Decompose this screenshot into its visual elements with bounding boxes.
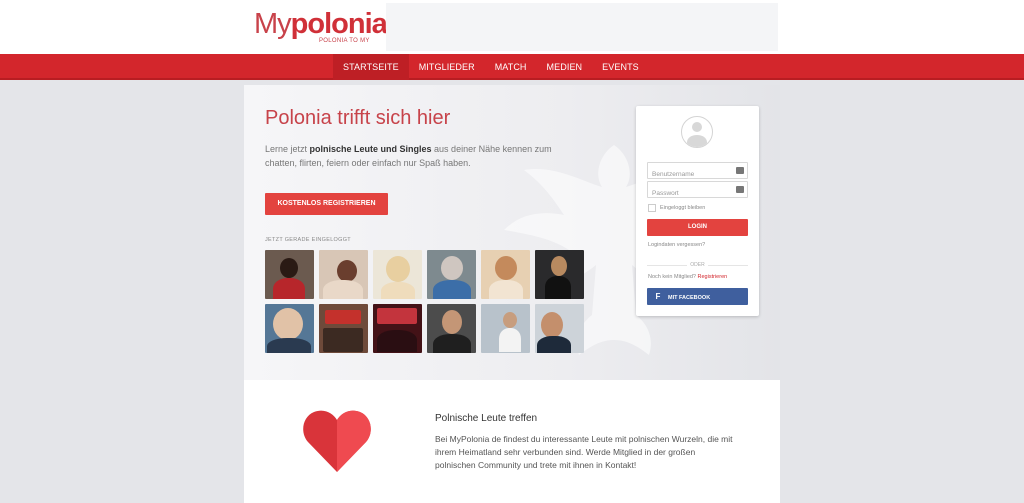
logo-my: My [254,8,292,40]
nav-item-match[interactable]: MATCH [485,54,537,80]
header: Mypolonia POLONIA TO MY [0,0,1024,54]
register-link[interactable]: Registrieren [698,274,728,280]
facebook-login-button[interactable]: f MIT FACEBOOK [647,288,748,305]
member-photo[interactable] [265,250,314,299]
member-photo[interactable] [319,250,368,299]
username-field[interactable] [647,162,748,182]
password-input[interactable] [648,186,728,201]
logo-wordmark: Mypolonia [254,8,388,40]
member-photo[interactable] [535,250,584,299]
member-photo[interactable] [481,304,530,353]
intro-text: Lerne jetzt [265,144,310,154]
main-nav: STARTSEITE MITGLIEDER MATCH MEDIEN EVENT… [0,54,1024,80]
logo-tagline: POLONIA TO MY [319,38,370,44]
nav-item-startseite[interactable]: STARTSEITE [333,54,409,80]
member-photo[interactable] [535,304,584,353]
header-banner [386,3,778,51]
member-photo[interactable] [427,250,476,299]
heart-icon [303,410,371,472]
member-photo[interactable] [373,304,422,353]
login-box: Eingeloggt bleiben LOGIN Logindaten verg… [636,106,759,316]
online-label: JETZT GERADE EINGELOGGT [265,237,351,243]
remember-checkbox[interactable] [648,204,656,212]
facebook-button-label: MIT FACEBOOK [668,295,711,301]
feature-section: Polnische Leute treffen Bei MyPolonia de… [244,380,780,503]
nav-item-mitglieder[interactable]: MITGLIEDER [409,54,485,80]
nav-item-medien[interactable]: MEDIEN [537,54,593,80]
login-button[interactable]: LOGIN [647,219,748,236]
nav-item-events[interactable]: EVENTS [592,54,649,80]
feature-title: Polnische Leute treffen [435,413,538,424]
remember-me[interactable]: Eingeloggt bleiben [648,204,705,212]
logo-polonia: polonia [290,8,388,40]
intro-bold: polnische Leute und Singles [309,144,432,154]
member-photo[interactable] [427,304,476,353]
member-photo[interactable] [373,250,422,299]
member-photo[interactable] [481,250,530,299]
remember-label: Eingeloggt bleiben [660,205,706,211]
hero-title: Polonia trifft sich hier [265,107,451,129]
password-field[interactable] [647,181,748,201]
user-avatar-icon [681,116,713,148]
logo[interactable]: Mypolonia POLONIA TO MY [244,3,388,51]
keyboard-icon [736,167,744,174]
facebook-icon: f [655,292,661,301]
online-members-grid [265,250,585,353]
no-member-label: Noch kein Mitglied? [648,274,696,280]
feature-text: Bei MyPolonia de findest du interessante… [435,434,733,470]
username-input[interactable] [648,167,728,182]
or-divider: ODER [647,261,748,269]
member-photo[interactable] [265,304,314,353]
forgot-login-link[interactable]: Logindaten vergessen? [648,242,705,248]
member-photo[interactable] [319,304,368,353]
hero-intro: Lerne jetzt polnische Leute und Singles … [265,142,575,170]
keyboard-icon [736,186,744,193]
register-button[interactable]: KOSTENLOS REGISTRIEREN [265,193,388,215]
no-member-text: Noch kein Mitglied? Registrieren [648,274,727,280]
